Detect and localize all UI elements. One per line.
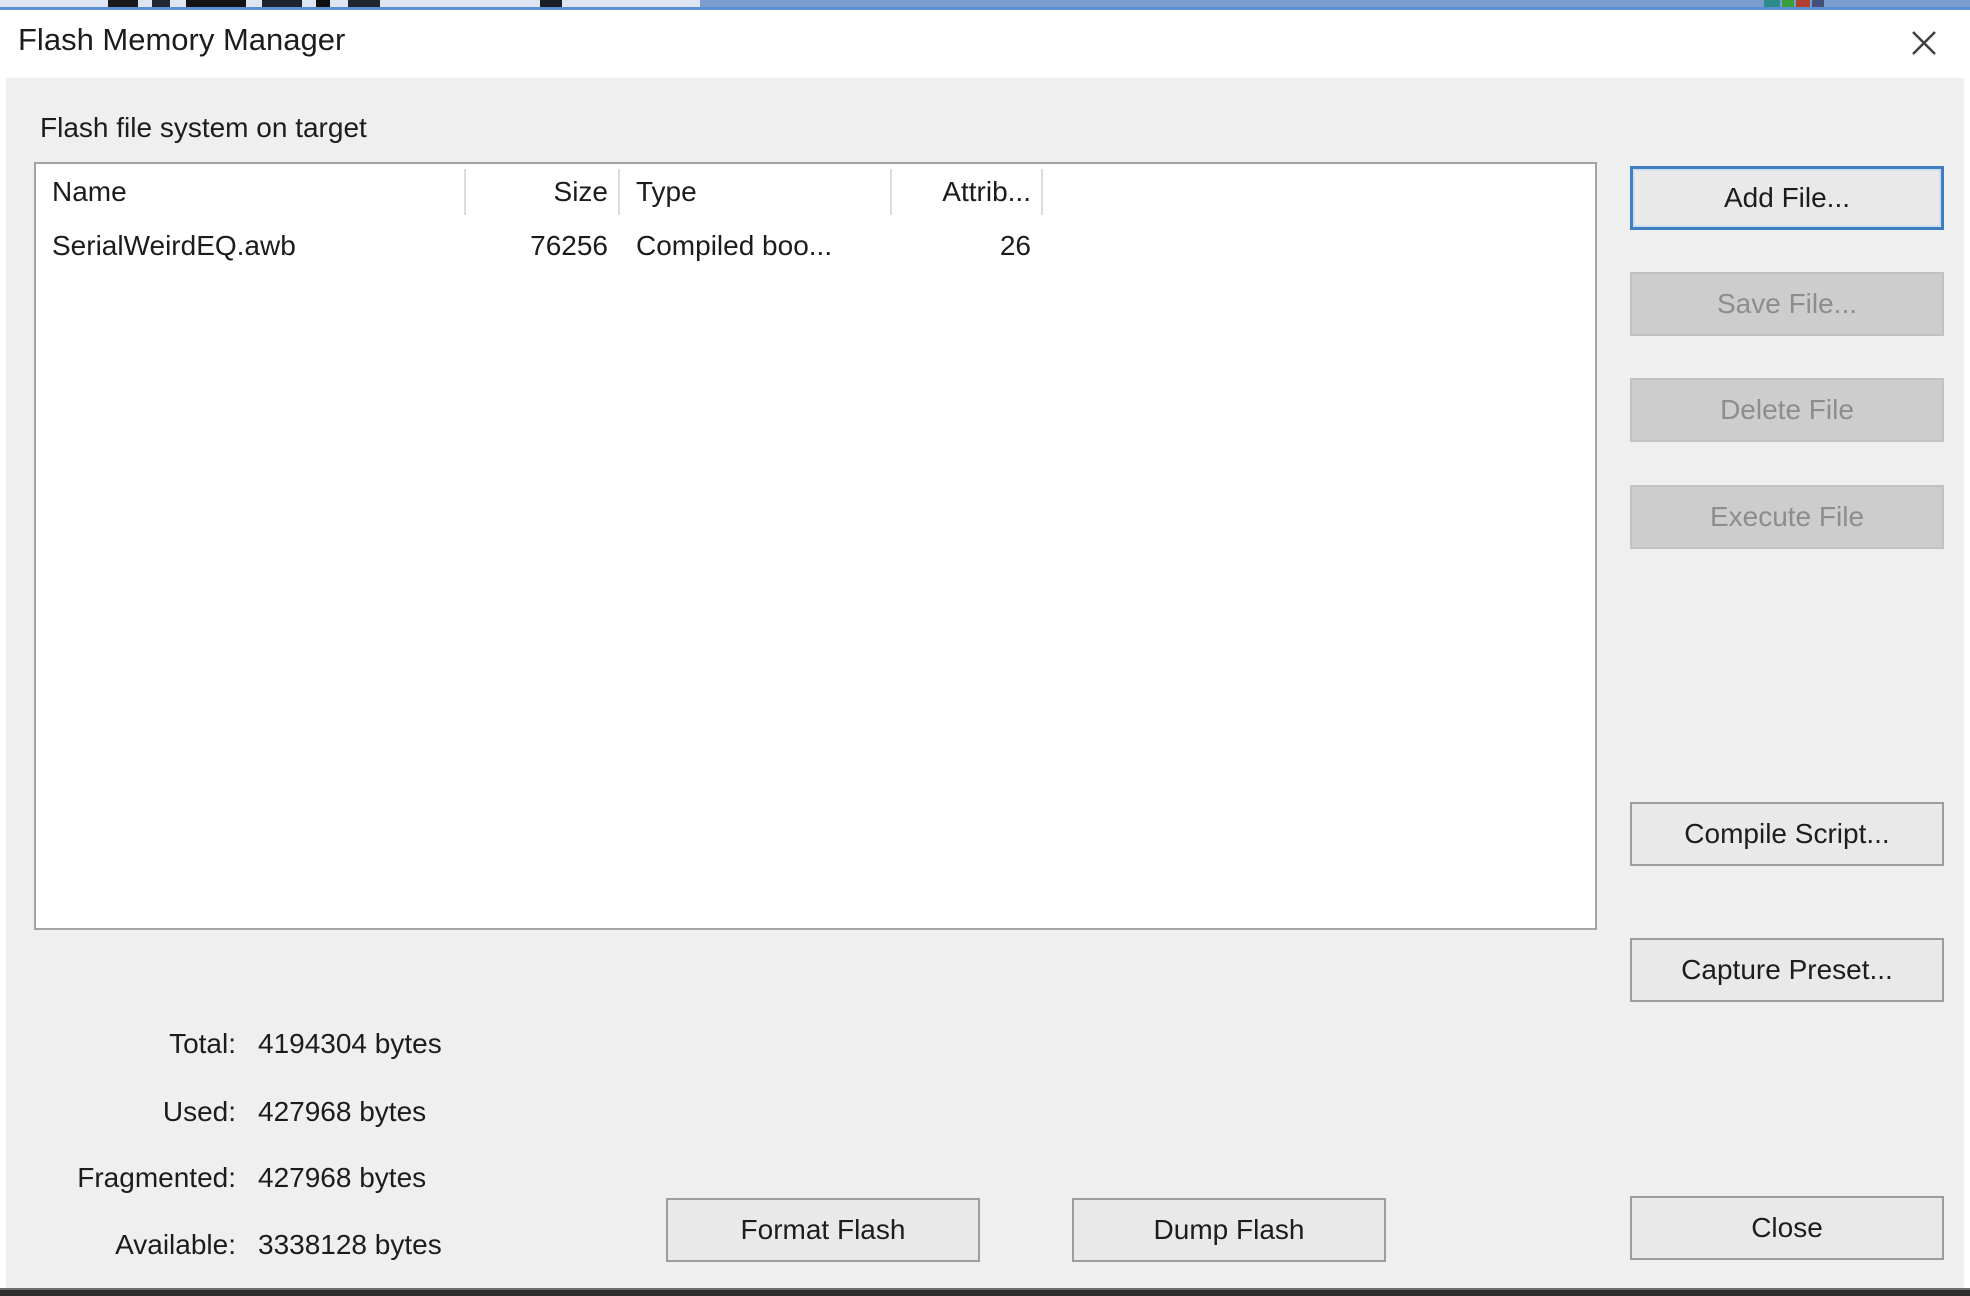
stat-available-value: 3338128 bytes <box>258 1229 442 1263</box>
column-header-name[interactable]: Name <box>36 164 466 220</box>
stat-total: Total: 4194304 bytes <box>0 1028 442 1062</box>
save-file-button[interactable]: Save File... <box>1630 272 1944 336</box>
stat-fragmented-value: 427968 bytes <box>258 1162 426 1196</box>
stat-total-value: 4194304 bytes <box>258 1028 442 1062</box>
artifact-fragment <box>1764 0 1780 7</box>
artifact-fragment <box>108 0 138 7</box>
stat-fragmented-label: Fragmented: <box>0 1162 236 1196</box>
table-row[interactable]: SerialWeirdEQ.awb 76256 Compiled boo... … <box>36 220 1595 272</box>
cell-file-type: Compiled boo... <box>620 230 892 262</box>
artifact-fragment <box>152 0 170 7</box>
artifact-fragment <box>1782 0 1794 7</box>
artifact-fragment <box>348 0 380 7</box>
artifact-blue-line <box>0 7 1970 10</box>
artifact-fragment <box>1796 0 1810 7</box>
stat-total-label: Total: <box>0 1028 236 1062</box>
stat-fragmented: Fragmented: 427968 bytes <box>0 1162 426 1196</box>
dump-flash-button[interactable]: Dump Flash <box>1072 1198 1386 1262</box>
file-list-group-label: Flash file system on target <box>40 112 367 144</box>
delete-file-button[interactable]: Delete File <box>1630 378 1944 442</box>
column-header-attrib[interactable]: Attrib... <box>892 164 1043 220</box>
artifact-fragment <box>540 0 562 7</box>
close-icon <box>1904 23 1944 63</box>
column-header-filler <box>1043 164 1595 220</box>
compile-script-button[interactable]: Compile Script... <box>1630 802 1944 866</box>
window-title: Flash Memory Manager <box>18 22 345 58</box>
execute-file-button[interactable]: Execute File <box>1630 485 1944 549</box>
format-flash-button[interactable]: Format Flash <box>666 1198 980 1262</box>
stat-used-value: 427968 bytes <box>258 1096 426 1130</box>
file-list[interactable]: Name Size Type Attrib... SerialWeirdEQ.a… <box>34 162 1597 930</box>
capture-preset-button[interactable]: Capture Preset... <box>1630 938 1944 1002</box>
bottom-window-edge <box>0 1288 1970 1296</box>
close-button[interactable] <box>1896 17 1952 69</box>
stat-used: Used: 427968 bytes <box>0 1096 426 1130</box>
file-list-header: Name Size Type Attrib... <box>36 164 1595 220</box>
artifact-fragment <box>186 0 246 7</box>
column-header-size[interactable]: Size <box>466 164 620 220</box>
artifact-fragment <box>262 0 302 7</box>
stat-available: Available: 3338128 bytes <box>0 1229 442 1263</box>
cell-file-size: 76256 <box>466 230 620 262</box>
artifact-fragment <box>316 0 330 7</box>
close-dialog-button[interactable]: Close <box>1630 1196 1944 1260</box>
stat-used-label: Used: <box>0 1096 236 1130</box>
title-bar: Flash Memory Manager <box>0 11 1970 78</box>
cell-file-attrib: 26 <box>892 230 1043 262</box>
cell-file-name: SerialWeirdEQ.awb <box>36 230 466 262</box>
artifact-fragment <box>1812 0 1824 7</box>
column-header-type[interactable]: Type <box>620 164 892 220</box>
background-window-artifacts <box>0 0 1970 11</box>
stat-available-label: Available: <box>0 1229 236 1263</box>
add-file-button[interactable]: Add File... <box>1630 166 1944 230</box>
